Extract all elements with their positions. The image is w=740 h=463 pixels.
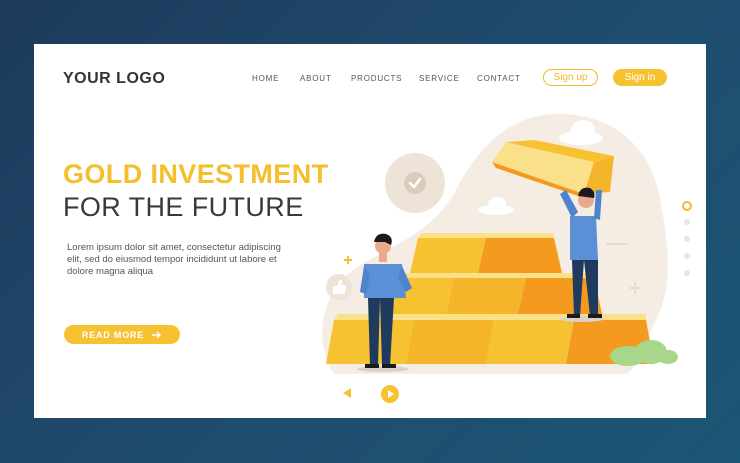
read-more-label: READ MORE bbox=[81, 329, 145, 340]
prev-triangle-icon[interactable] bbox=[343, 388, 352, 398]
hero-description: Lorem ipsum dolor sit amet, consectetur … bbox=[67, 242, 281, 277]
play-button[interactable] bbox=[381, 385, 399, 403]
gold-bars-illustration bbox=[322, 113, 678, 375]
gold-bars-middle-row bbox=[374, 273, 602, 314]
sparkle-icon bbox=[344, 256, 352, 264]
pagination-dot-2[interactable] bbox=[684, 219, 690, 225]
pagination-dot-3[interactable] bbox=[684, 236, 690, 242]
read-more-button[interactable]: READ MORE bbox=[64, 325, 180, 344]
pagination-dot-5[interactable] bbox=[684, 270, 690, 276]
landing-card: YOUR LOGO HOME ABOUT PRODUCTS SERVICE CO… bbox=[34, 44, 706, 418]
play-icon bbox=[388, 390, 394, 398]
arrow-right-icon bbox=[152, 331, 162, 338]
thumbs-up-icon bbox=[326, 274, 352, 300]
dash-icon bbox=[606, 243, 628, 245]
pagination-dot-4[interactable] bbox=[684, 253, 690, 259]
hero-title-line2: FOR THE FUTURE bbox=[63, 192, 304, 222]
pagination-dot-1[interactable] bbox=[682, 201, 692, 211]
check-icon bbox=[404, 172, 426, 194]
gold-bars-top-row bbox=[410, 233, 562, 273]
hero-title-line1: GOLD INVESTMENT bbox=[63, 159, 329, 189]
